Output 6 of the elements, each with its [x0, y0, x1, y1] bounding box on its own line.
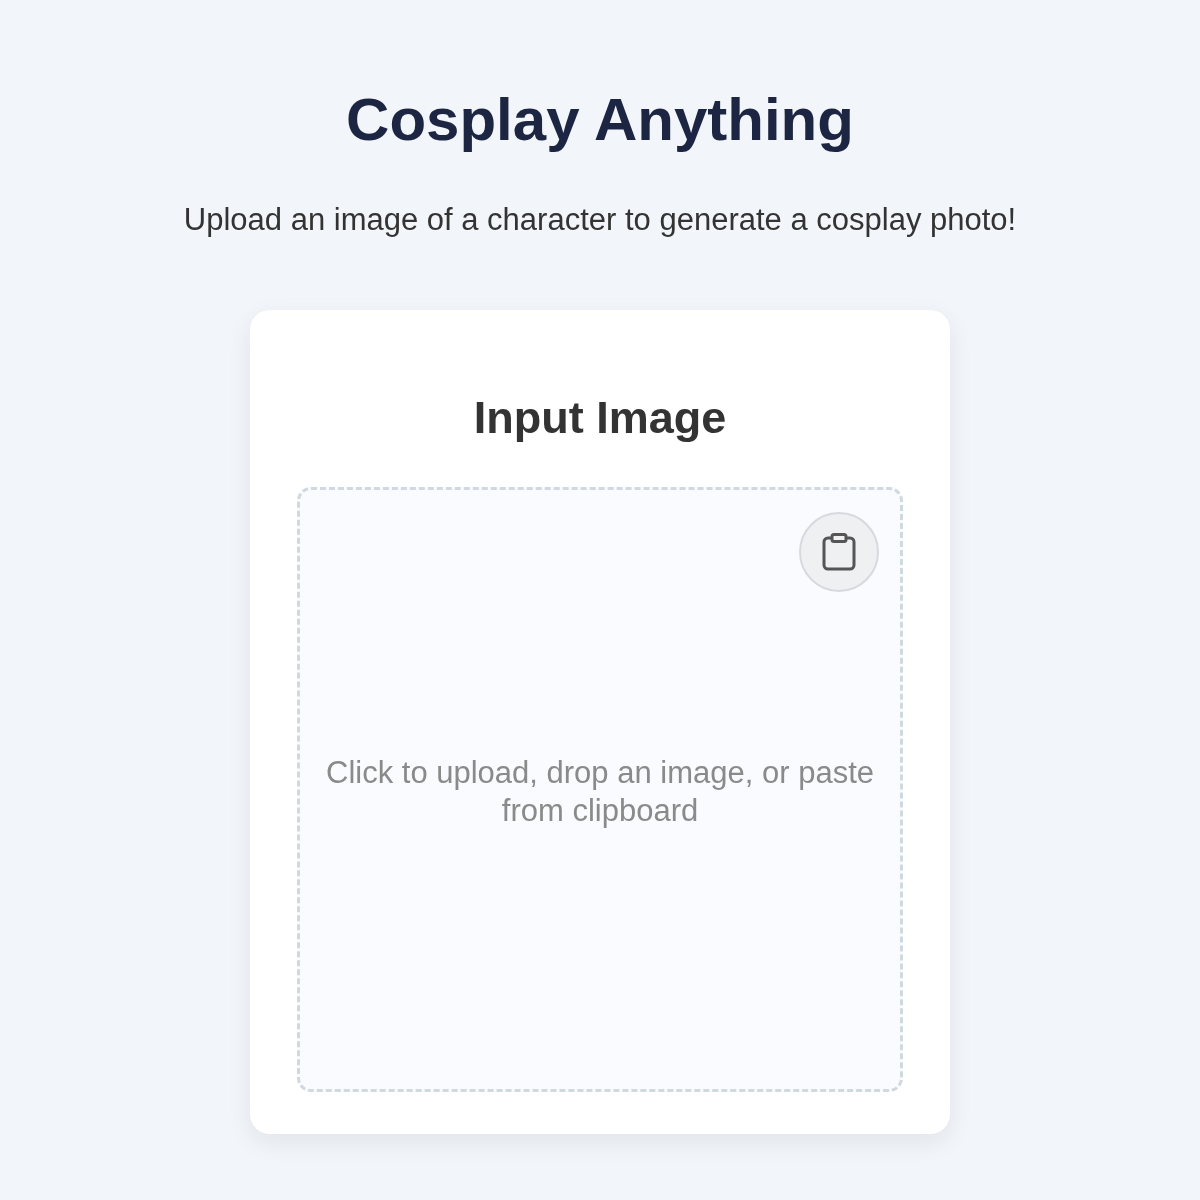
page-subtitle: Upload an image of a character to generate a cosplay photo!: [183, 201, 1017, 239]
upload-dropzone[interactable]: Click to upload, drop an image, or paste from clipboard: [297, 487, 903, 1092]
page-title: Cosplay Anything: [346, 85, 854, 155]
clipboard-icon: [822, 533, 856, 571]
upload-hint: Click to upload, drop an image, or paste from clipboard: [325, 753, 875, 830]
card-title: Input Image: [473, 391, 727, 445]
